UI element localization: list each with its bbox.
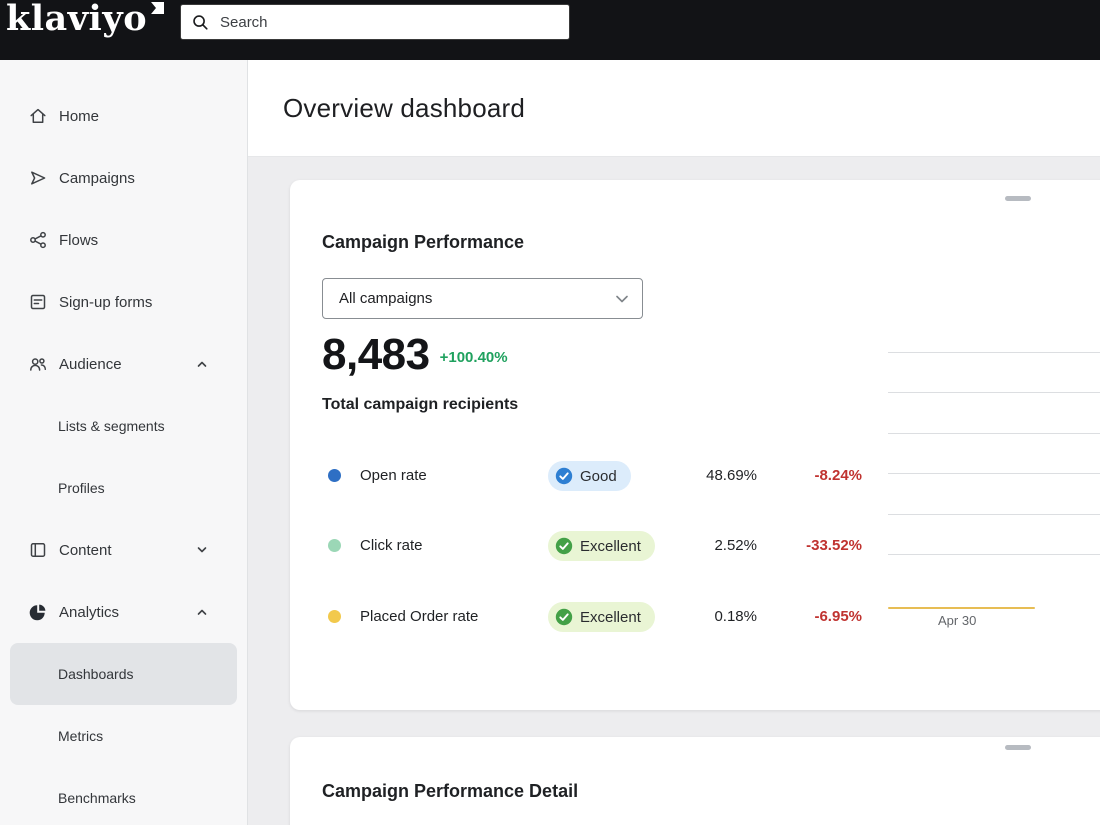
check-circle-icon (555, 467, 573, 485)
card-drag-handle[interactable] (1005, 745, 1031, 750)
sidebar-item-lists-segments[interactable]: Lists & segments (0, 395, 247, 457)
dropdown-selected-value: All campaigns (339, 290, 433, 307)
chevron-up-icon[interactable] (195, 357, 209, 371)
series-dot (328, 469, 341, 482)
send-icon (28, 168, 48, 188)
klaviyo-wordmark: klaviyo (6, 0, 148, 39)
sidebar-item-label: Content (59, 541, 112, 559)
sidebar-item-label: Benchmarks (58, 790, 136, 806)
total-recipients-label: Total campaign recipients (322, 396, 519, 413)
metric-value: 48.69% (706, 467, 757, 484)
search-input[interactable] (218, 12, 559, 32)
metric-name: Click rate (360, 537, 423, 554)
gridline (888, 352, 1100, 353)
series-dot (328, 539, 341, 552)
gridline (888, 554, 1100, 555)
status-badge: Excellent (548, 531, 655, 561)
sidebar-item-signup-forms[interactable]: Sign-up forms (0, 271, 247, 333)
status-label: Excellent (580, 608, 641, 626)
gridline (888, 392, 1100, 393)
chevron-up-icon[interactable] (195, 605, 209, 619)
campaign-performance-card: Campaign Performance All campaigns 8,483… (290, 180, 1100, 710)
gridline (888, 514, 1100, 515)
status-badge: Good (548, 461, 631, 491)
sidebar: Home Campaigns Flows Sign-up forms Audie… (0, 60, 248, 825)
flows-icon (28, 230, 48, 250)
sidebar-item-benchmarks[interactable]: Benchmarks (0, 767, 247, 825)
card-title: Campaign Performance Detail (322, 781, 579, 801)
klaviyo-flag-icon (151, 2, 165, 14)
sidebar-item-metrics[interactable]: Metrics (0, 705, 247, 767)
campaign-trend-chart: Apr 30 (888, 180, 1100, 710)
total-recipients-change: +100.40% (439, 348, 508, 366)
metric-change: -8.24% (814, 467, 862, 484)
sidebar-item-campaigns[interactable]: Campaigns (0, 147, 247, 209)
metric-change: -6.95% (814, 608, 862, 625)
sidebar-item-label: Analytics (59, 603, 120, 621)
page-title: Overview dashboard (283, 92, 526, 123)
sidebar-item-audience[interactable]: Audience (0, 333, 247, 395)
klaviyo-logo[interactable]: klaviyo (6, 0, 165, 42)
sidebar-item-flows[interactable]: Flows (0, 209, 247, 271)
audience-icon (28, 354, 48, 374)
gridline (888, 473, 1100, 474)
sidebar-item-label: Campaigns (59, 169, 135, 187)
sidebar-item-label: Flows (59, 231, 99, 249)
search-bar[interactable] (180, 4, 570, 40)
sidebar-item-label: Audience (59, 355, 122, 373)
check-circle-icon (555, 608, 573, 626)
metric-row-click-rate: Click rate Excellent 2.52% -33.52% (322, 526, 882, 566)
check-circle-icon (555, 537, 573, 555)
series-line-placed-order-rate (888, 607, 1035, 609)
sidebar-item-dashboards[interactable]: Dashboards (10, 643, 237, 705)
home-icon (28, 106, 48, 126)
chevron-down-icon[interactable] (195, 543, 209, 557)
total-recipients: 8,483 +100.40% (322, 330, 508, 380)
metric-row-placed-order-rate: Placed Order rate Excellent 0.18% -6.95% (322, 597, 882, 637)
page-header: Overview dashboard (248, 60, 1100, 157)
analytics-pie-icon (28, 602, 48, 622)
topbar: klaviyo (0, 0, 1100, 60)
status-badge: Excellent (548, 602, 655, 632)
sidebar-item-label: Lists & segments (58, 418, 165, 434)
sidebar-item-content[interactable]: Content (0, 519, 247, 581)
metric-name: Open rate (360, 467, 427, 484)
metric-value: 0.18% (714, 608, 757, 625)
campaign-filter-dropdown[interactable]: All campaigns (322, 278, 643, 319)
metric-value: 2.52% (714, 537, 757, 554)
sidebar-item-label: Sign-up forms (59, 293, 153, 311)
form-icon (28, 292, 48, 312)
series-dot (328, 610, 341, 623)
sidebar-item-label: Dashboards (58, 666, 134, 682)
content-icon (28, 540, 48, 560)
status-label: Excellent (580, 537, 641, 555)
gridline (888, 433, 1100, 434)
campaign-performance-detail-card: Campaign Performance Detail (290, 737, 1100, 825)
sidebar-item-label: Profiles (58, 480, 105, 496)
metric-name: Placed Order rate (360, 608, 479, 625)
x-axis-label: Apr 30 (938, 613, 977, 628)
chevron-down-icon (616, 295, 628, 302)
search-icon (193, 14, 208, 30)
total-recipients-value: 8,483 (322, 330, 430, 379)
metric-row-open-rate: Open rate Good 48.69% -8.24% (322, 456, 882, 496)
sidebar-item-analytics[interactable]: Analytics (0, 581, 247, 643)
sidebar-item-profiles[interactable]: Profiles (0, 457, 247, 519)
sidebar-item-label: Home (59, 107, 100, 125)
card-title: Campaign Performance (322, 232, 525, 252)
sidebar-item-label: Metrics (58, 728, 104, 744)
sidebar-item-home[interactable]: Home (0, 85, 247, 147)
metric-change: -33.52% (806, 537, 862, 554)
status-label: Good (580, 467, 617, 485)
main-content: Overview dashboard Campaign Performance … (248, 60, 1100, 825)
